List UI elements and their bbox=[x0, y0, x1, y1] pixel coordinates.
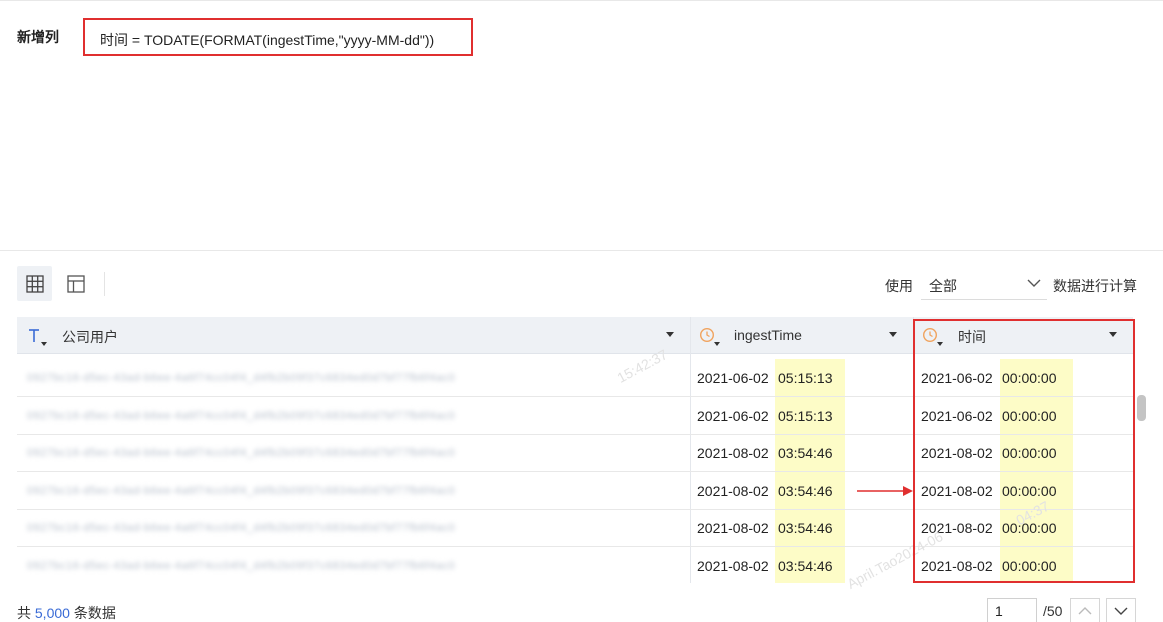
cell-company-user: 0927bc16-d5ec-43ad-b6ee-4a6f74cc04f4_d4f… bbox=[27, 409, 456, 422]
page-number-input[interactable]: 1 bbox=[987, 598, 1037, 622]
cell-company-user: 0927bc16-d5ec-43ad-b6ee-4a6f74cc04f4_d4f… bbox=[27, 371, 456, 384]
cell-ingest-date: 2021-08-02 bbox=[697, 519, 769, 536]
cell-ingest-time: 05:15:13 bbox=[778, 369, 833, 386]
cell-date: 2021-08-02 bbox=[921, 519, 993, 536]
page-total-label: /50 bbox=[1043, 603, 1063, 619]
cell-time: 00:00:00 bbox=[1002, 444, 1057, 461]
cell-time: 00:00:00 bbox=[1002, 519, 1057, 536]
grid-icon bbox=[25, 274, 44, 293]
caret-down-icon[interactable] bbox=[666, 332, 674, 337]
arrow-right-icon bbox=[857, 486, 913, 496]
layout-icon bbox=[66, 274, 85, 293]
chevron-down-icon bbox=[1027, 279, 1041, 287]
clock-type-icon bbox=[699, 327, 720, 346]
table-row[interactable]: 0927bc16-d5ec-43ad-b6ee-4a6f74cc04f4_d4f… bbox=[17, 434, 1133, 472]
table-row[interactable]: 0927bc16-d5ec-43ad-b6ee-4a6f74cc04f4_d4f… bbox=[17, 472, 1133, 510]
caret-down-icon[interactable] bbox=[1109, 332, 1117, 337]
table-body: 0927bc16-d5ec-43ad-b6ee-4a6f74cc04f4_d4f… bbox=[17, 354, 1133, 583]
cell-ingest-time: 05:15:13 bbox=[778, 407, 833, 424]
cell-ingest-date: 2021-08-02 bbox=[697, 482, 769, 499]
column-header-ingesttime[interactable]: ingestTime bbox=[690, 317, 913, 354]
preview-toolbar: 使用 全部 数据进行计算 bbox=[0, 266, 1163, 304]
previous-page-button[interactable] bbox=[1070, 598, 1100, 622]
cell-date: 2021-06-02 bbox=[921, 369, 993, 386]
table-header: 公司用户 ingestTime 时间 bbox=[17, 317, 1133, 354]
new-column-label: 新增列 bbox=[17, 29, 59, 45]
column-label: 时间 bbox=[958, 329, 986, 345]
total-count-label: 共 5,000 条数据 bbox=[17, 603, 116, 622]
formula-editor-panel: 新增列 时间 = TODATE(FORMAT(ingestTime,"yyyy-… bbox=[0, 0, 1163, 251]
column-label: ingestTime bbox=[734, 327, 802, 343]
table-row[interactable]: 0927bc16-d5ec-43ad-b6ee-4a6f74cc04f4_d4f… bbox=[17, 397, 1133, 435]
total-count: 5,000 bbox=[34, 605, 70, 621]
cell-time: 00:00:00 bbox=[1002, 369, 1057, 386]
cell-company-user: 0927bc16-d5ec-43ad-b6ee-4a6f74cc04f4_d4f… bbox=[27, 521, 456, 534]
cell-ingest-time: 03:54:46 bbox=[778, 519, 833, 536]
cell-date: 2021-08-02 bbox=[921, 444, 993, 461]
cell-ingest-time: 03:54:46 bbox=[778, 557, 833, 574]
use-label: 使用 bbox=[885, 278, 913, 294]
cell-ingest-date: 2021-08-02 bbox=[697, 557, 769, 574]
formula-input[interactable]: 时间 = TODATE(FORMAT(ingestTime,"yyyy-MM-d… bbox=[83, 18, 473, 56]
cell-time: 00:00:00 bbox=[1002, 557, 1057, 574]
column-header-company-user[interactable]: 公司用户 bbox=[17, 317, 690, 354]
caret-down-icon[interactable] bbox=[889, 332, 897, 337]
calc-label: 数据进行计算 bbox=[1053, 278, 1137, 294]
cell-date: 2021-08-02 bbox=[921, 557, 993, 574]
data-scope-value: 全部 bbox=[929, 278, 957, 294]
cell-time: 00:00:00 bbox=[1002, 482, 1057, 499]
chevron-down-icon bbox=[1114, 607, 1128, 615]
grid-view-button[interactable] bbox=[17, 266, 52, 301]
next-page-button[interactable] bbox=[1106, 598, 1136, 622]
cell-time: 00:00:00 bbox=[1002, 407, 1057, 424]
table-row[interactable]: 0927bc16-d5ec-43ad-b6ee-4a6f74cc04f4_d4f… bbox=[17, 509, 1133, 547]
cell-company-user: 0927bc16-d5ec-43ad-b6ee-4a6f74cc04f4_d4f… bbox=[27, 446, 456, 459]
clock-type-icon bbox=[922, 327, 943, 346]
cell-ingest-time: 03:54:46 bbox=[778, 444, 833, 461]
toolbar-divider bbox=[104, 272, 105, 296]
cell-company-user: 0927bc16-d5ec-43ad-b6ee-4a6f74cc04f4_d4f… bbox=[27, 559, 456, 572]
cell-company-user: 0927bc16-d5ec-43ad-b6ee-4a6f74cc04f4_d4f… bbox=[27, 484, 456, 497]
table-row[interactable]: 0927bc16-d5ec-43ad-b6ee-4a6f74cc04f4_d4f… bbox=[17, 547, 1133, 583]
table-row[interactable]: 0927bc16-d5ec-43ad-b6ee-4a6f74cc04f4_d4f… bbox=[17, 359, 1133, 397]
column-label: 公司用户 bbox=[62, 329, 118, 345]
layout-view-button[interactable] bbox=[58, 266, 93, 301]
text-type-icon bbox=[29, 329, 47, 346]
cell-date: 2021-06-02 bbox=[921, 407, 993, 424]
cell-date: 2021-08-02 bbox=[921, 482, 993, 499]
total-suffix: 条数据 bbox=[73, 605, 116, 621]
column-header-time[interactable]: 时间 bbox=[913, 317, 1133, 354]
vertical-scrollbar-thumb[interactable] bbox=[1137, 395, 1146, 421]
cell-ingest-time: 03:54:46 bbox=[778, 482, 833, 499]
cell-ingest-date: 2021-06-02 bbox=[697, 407, 769, 424]
chevron-up-icon bbox=[1078, 607, 1092, 615]
data-scope-select[interactable]: 全部 bbox=[921, 268, 1047, 300]
cell-ingest-date: 2021-08-02 bbox=[697, 444, 769, 461]
total-prefix: 共 bbox=[17, 605, 31, 621]
cell-ingest-date: 2021-06-02 bbox=[697, 369, 769, 386]
